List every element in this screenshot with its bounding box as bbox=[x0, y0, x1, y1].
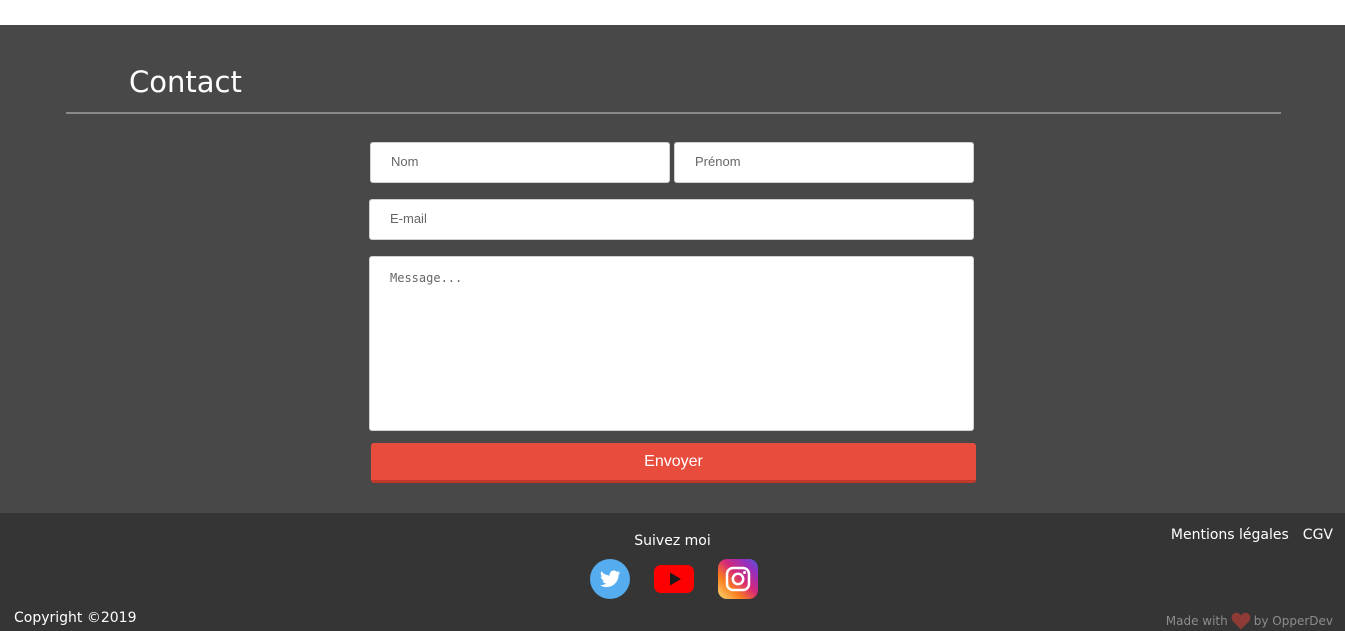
follow-label: Suivez moi bbox=[634, 533, 711, 549]
top-strip bbox=[0, 0, 1345, 25]
made-with-credit: Made with by OpperDev bbox=[1166, 612, 1333, 630]
email-field[interactable]: E-mail bbox=[369, 199, 974, 240]
instagram-icon[interactable] bbox=[718, 559, 758, 599]
heart-icon bbox=[1231, 612, 1251, 630]
made-with-prefix: Made with bbox=[1165, 614, 1228, 628]
cgv-link[interactable]: CGV bbox=[1303, 527, 1333, 543]
submit-button[interactable]: Envoyer bbox=[371, 443, 976, 483]
mentions-legales-link[interactable]: Mentions légales bbox=[1171, 527, 1289, 543]
youtube-icon[interactable] bbox=[654, 559, 694, 599]
legal-links: Mentions légales CGV bbox=[1157, 527, 1333, 543]
copyright-text: Copyright ©2019 bbox=[14, 610, 137, 626]
contact-section: Contact Nom Prénom E-mail Message... Env… bbox=[0, 25, 1345, 513]
section-title: Contact bbox=[129, 65, 242, 99]
title-divider bbox=[66, 112, 1281, 114]
nom-field[interactable]: Nom bbox=[370, 142, 670, 183]
made-with-suffix[interactable]: by OpperDev bbox=[1254, 614, 1333, 628]
prenom-field[interactable]: Prénom bbox=[674, 142, 974, 183]
footer: Suivez moi Mentions légales CGV Copyrigh… bbox=[0, 513, 1345, 631]
message-textarea[interactable]: Message... bbox=[369, 256, 974, 431]
twitter-icon[interactable] bbox=[590, 559, 630, 599]
